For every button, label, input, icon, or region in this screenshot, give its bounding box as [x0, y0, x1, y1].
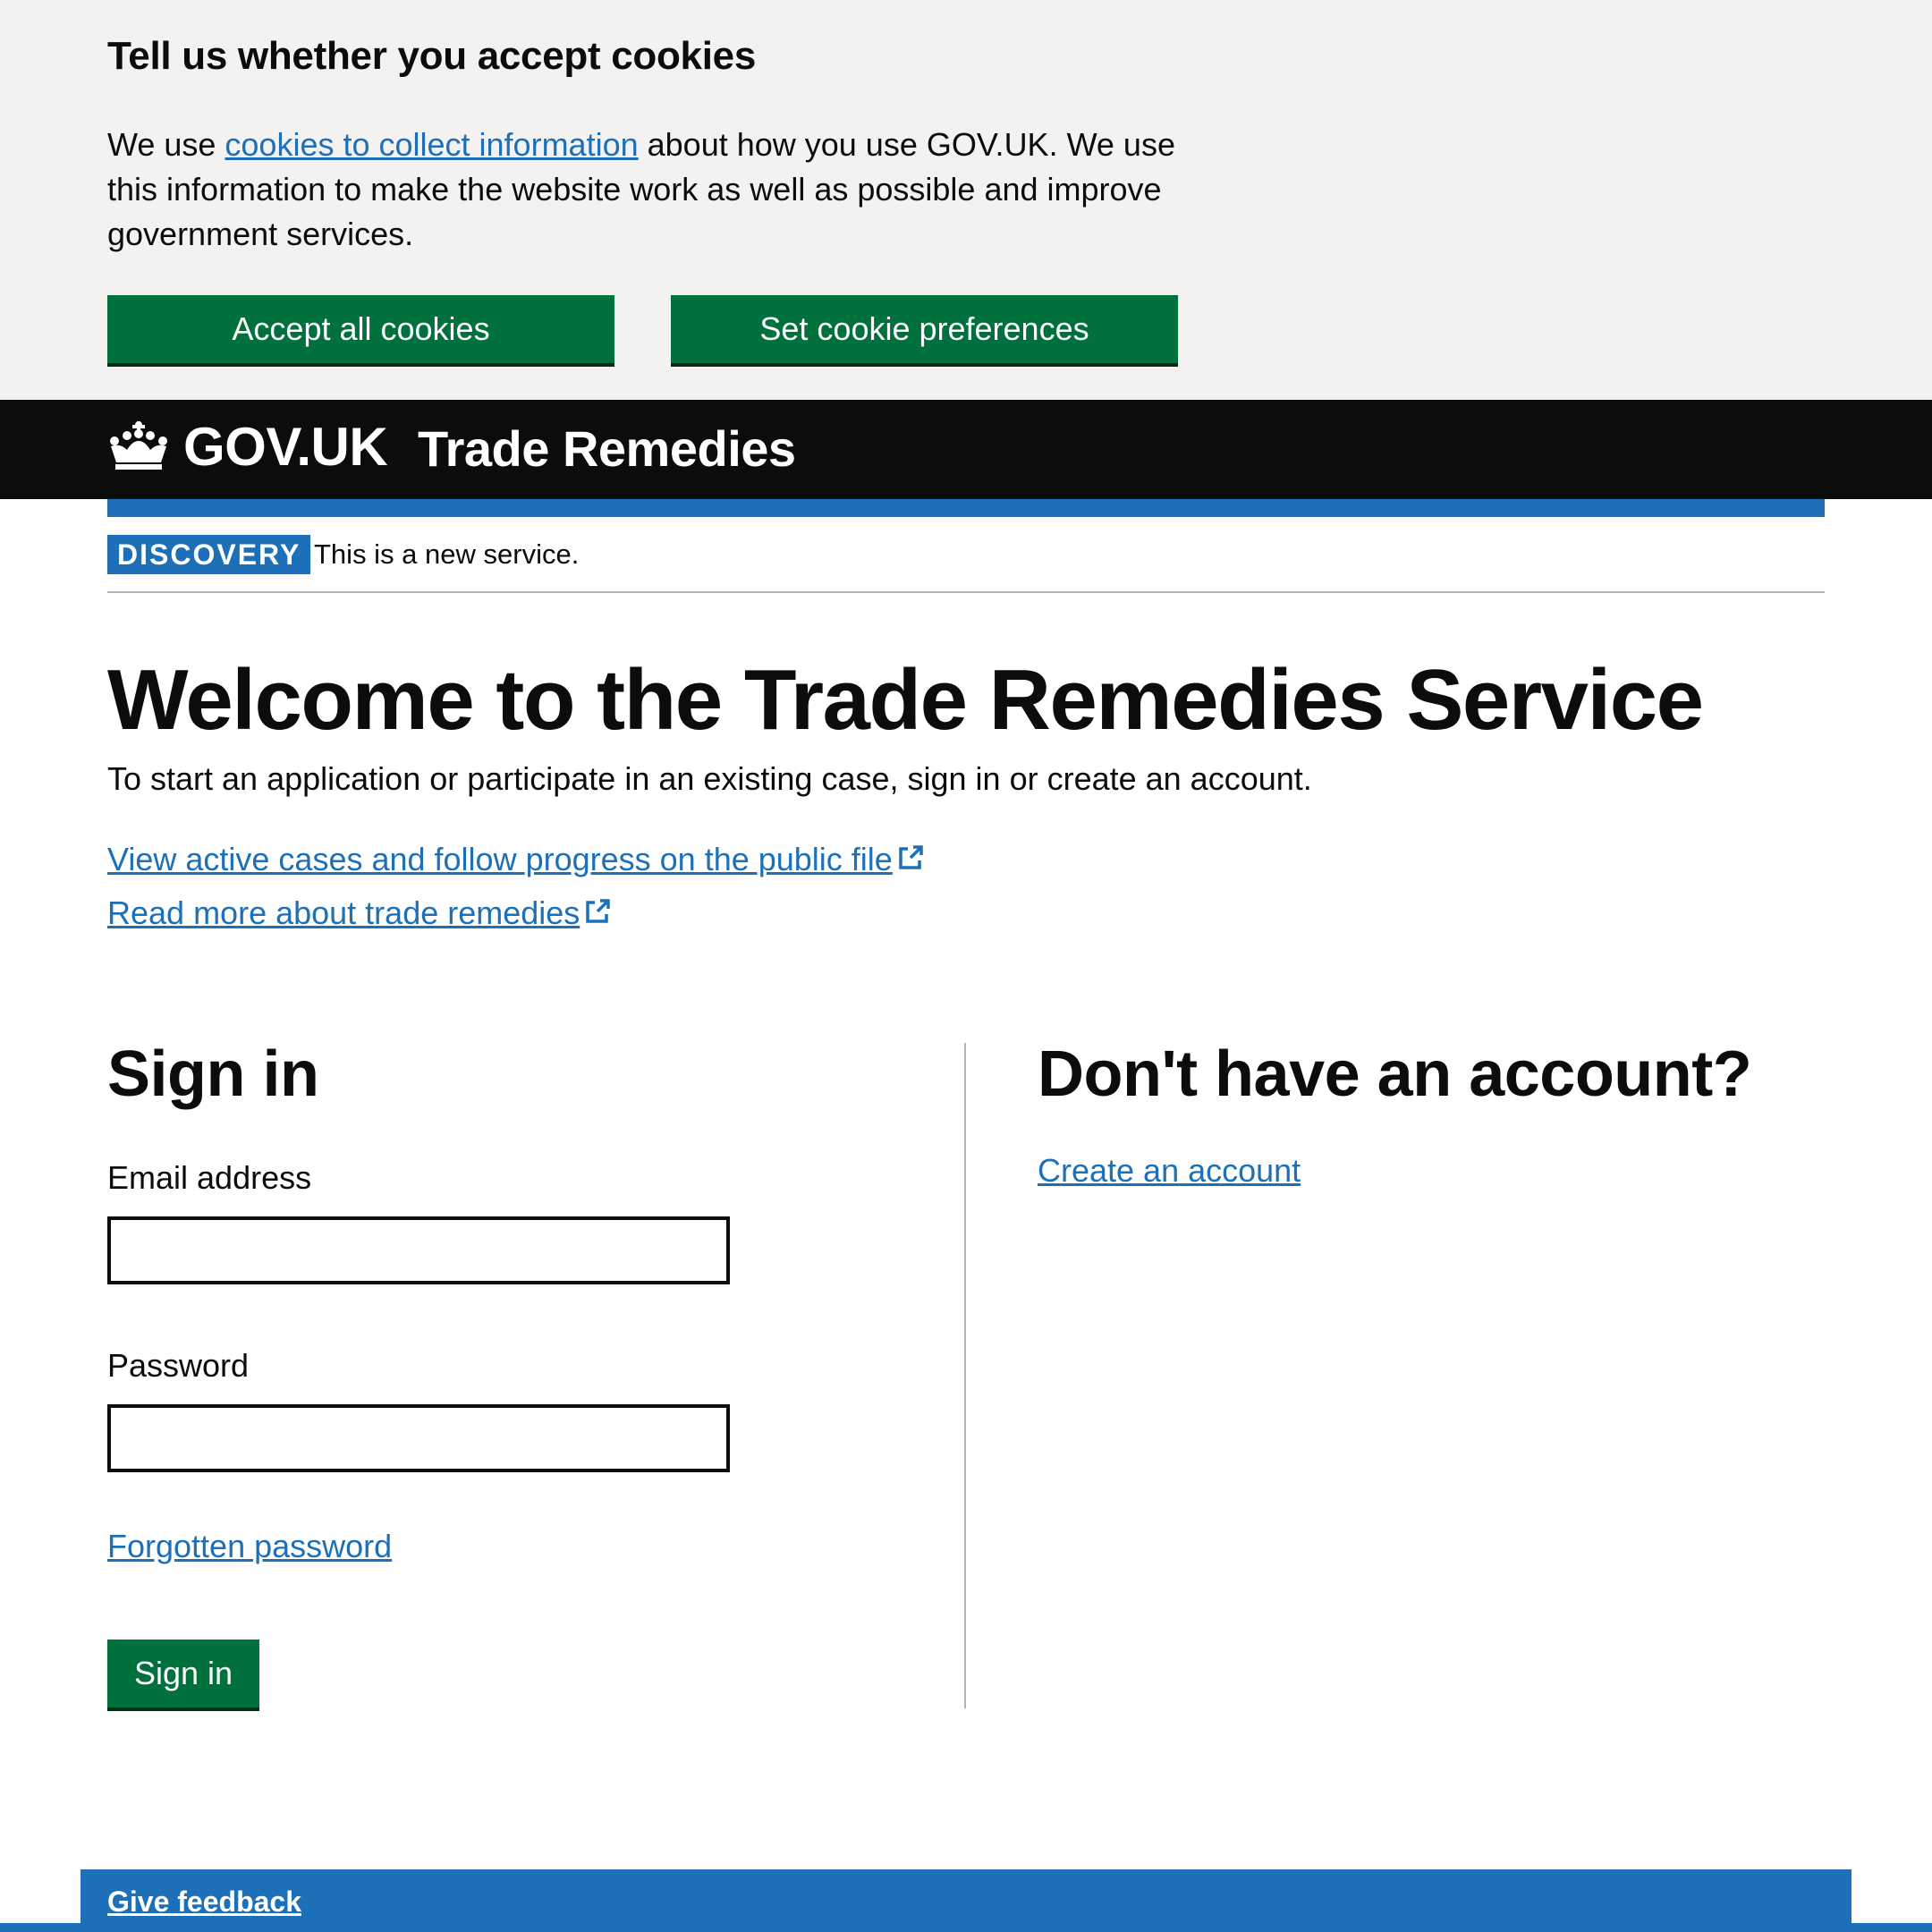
public-file-link[interactable]: View active cases and follow progress on…	[107, 841, 925, 878]
crown-icon	[110, 421, 167, 470]
trade-remedies-info-link-label: Read more about trade remedies	[107, 894, 580, 931]
password-label: Password	[107, 1347, 250, 1384]
govuk-logo-link[interactable]: GOV.UK	[183, 416, 388, 478]
footer-rule	[0, 1923, 1932, 1932]
phase-banner: DISCOVERY This is a new service.	[107, 535, 1825, 593]
sign-in-button[interactable]: Sign in	[107, 1640, 259, 1707]
page-title: Welcome to the Trade Remedies Service	[107, 652, 1704, 748]
cookie-banner-text: We use cookies to collect information ab…	[107, 123, 1199, 257]
create-account-link[interactable]: Create an account	[1038, 1152, 1301, 1190]
email-field[interactable]	[107, 1216, 730, 1284]
give-feedback-link[interactable]: Give feedback	[107, 1885, 301, 1919]
phase-text: This is a new service.	[314, 538, 580, 570]
header-stripe	[107, 499, 1825, 517]
external-link-icon	[899, 845, 923, 869]
public-file-link-label: View active cases and follow progress on…	[107, 841, 893, 877]
cookie-text-intro: We use	[107, 126, 225, 163]
accept-cookies-button[interactable]: Accept all cookies	[107, 295, 614, 363]
password-field[interactable]	[107, 1404, 730, 1472]
forgotten-password-link[interactable]: Forgotten password	[107, 1528, 392, 1565]
email-label: Email address	[107, 1159, 312, 1196]
column-divider	[964, 1043, 966, 1708]
external-link-icon	[586, 899, 611, 923]
cookie-banner: Tell us whether you accept cookies We us…	[0, 0, 1932, 400]
cookie-banner-title: Tell us whether you accept cookies	[107, 34, 756, 78]
cookies-info-link[interactable]: cookies to collect information	[225, 126, 638, 163]
lead-paragraph: To start an application or participate i…	[107, 760, 1312, 797]
no-account-heading: Don't have an account?	[1038, 1038, 1752, 1110]
phase-tag: DISCOVERY	[107, 535, 311, 574]
site-header: GOV.UK Trade Remedies	[0, 400, 1932, 499]
cookie-preferences-button[interactable]: Set cookie preferences	[671, 295, 1178, 363]
trade-remedies-info-link[interactable]: Read more about trade remedies	[107, 894, 612, 932]
service-name-link[interactable]: Trade Remedies	[418, 419, 796, 478]
sign-in-heading: Sign in	[107, 1038, 319, 1110]
